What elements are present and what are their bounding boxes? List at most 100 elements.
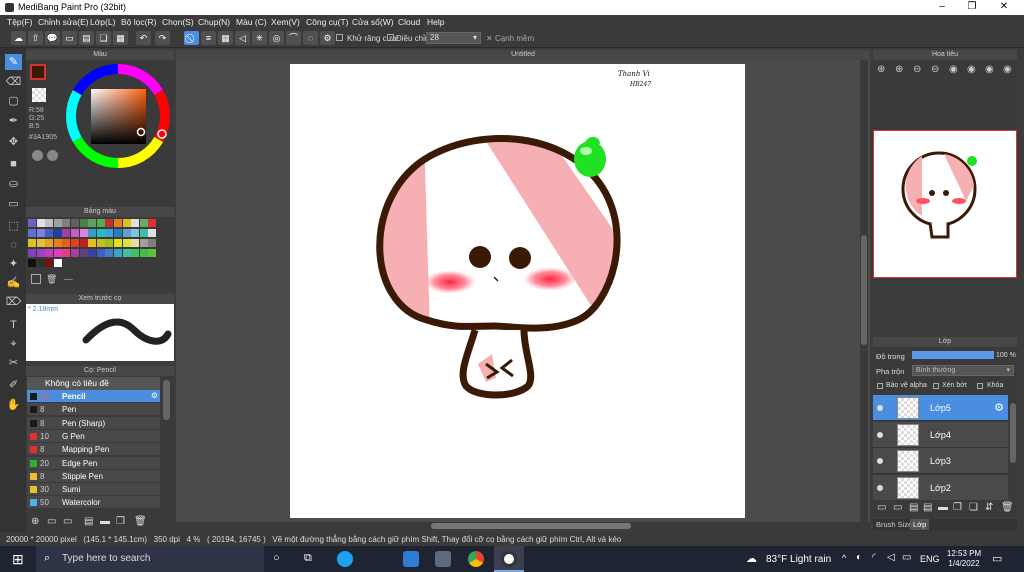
lock-checkbox[interactable] bbox=[977, 383, 983, 389]
palette-swatch[interactable] bbox=[105, 239, 114, 247]
soften-checkbox[interactable]: ✕ bbox=[486, 34, 493, 43]
protect-alpha-checkbox[interactable] bbox=[877, 383, 883, 389]
palette-swatch[interactable] bbox=[28, 229, 36, 237]
brush-settings-icon[interactable]: ⚙ bbox=[151, 391, 158, 400]
zoom-actual-icon[interactable]: ⊖ bbox=[931, 64, 939, 75]
language-indicator[interactable]: ENG bbox=[920, 554, 940, 564]
layer-move-icon[interactable]: ⇵ bbox=[985, 502, 993, 513]
dot-tool-icon[interactable]: ✒ bbox=[5, 113, 22, 129]
palette-swatch[interactable] bbox=[122, 229, 131, 237]
layer-settings-icon[interactable]: ⚙ bbox=[994, 401, 1004, 414]
cloud-icon[interactable]: ☁ bbox=[11, 31, 26, 45]
canvas-hscroll[interactable] bbox=[176, 522, 870, 530]
brush-item[interactable]: 10 G Pen bbox=[27, 429, 160, 443]
magic-wand-tool-icon[interactable]: ✦ bbox=[5, 256, 22, 272]
palette-swatch[interactable] bbox=[45, 259, 54, 267]
palette-swatch[interactable] bbox=[79, 239, 88, 247]
folder-icon[interactable]: ▬ bbox=[100, 516, 110, 527]
foreground-color-swatch[interactable] bbox=[30, 64, 46, 80]
upload-icon[interactable]: ⇧ bbox=[28, 31, 43, 45]
color-wheel[interactable] bbox=[64, 62, 172, 170]
lasso-tool-icon[interactable]: ◌ bbox=[5, 237, 22, 253]
brush-file-icon[interactable]: ▤ bbox=[84, 516, 93, 527]
menu-file[interactable]: Tệp(F) bbox=[7, 17, 33, 27]
tray-chevron-icon[interactable]: ^ bbox=[842, 553, 846, 563]
rectangle-tool-icon[interactable]: ▢ bbox=[5, 93, 22, 109]
eraser-tool-icon[interactable]: ⌫ bbox=[5, 74, 22, 90]
palette-swatch[interactable] bbox=[36, 259, 45, 267]
mail-icon[interactable] bbox=[403, 551, 419, 567]
palette-swatch[interactable] bbox=[122, 239, 131, 247]
fill-rect-tool-icon[interactable]: ■ bbox=[5, 156, 22, 172]
zoom-out-icon[interactable]: ⊖ bbox=[913, 64, 921, 75]
merge-layer-icon[interactable]: ❏ bbox=[969, 502, 978, 513]
move-tool-icon[interactable]: ✥ bbox=[5, 134, 22, 150]
palette-swatch[interactable] bbox=[28, 249, 36, 257]
menu-window[interactable]: Cửa sổ(W) bbox=[352, 17, 394, 27]
edge-icon[interactable] bbox=[337, 551, 353, 567]
menu-layer[interactable]: Lớp(L) bbox=[90, 17, 115, 27]
palette-swatch[interactable] bbox=[79, 249, 88, 257]
document-canvas[interactable]: Thanh Vi HB247 bbox=[290, 64, 745, 518]
palette-swatch[interactable] bbox=[79, 219, 88, 227]
bucket-tool-icon[interactable]: ⛀ bbox=[5, 176, 22, 192]
brush-item[interactable]: 8 Pen (Sharp) bbox=[27, 416, 160, 430]
brush-tool-icon[interactable]: ✎ bbox=[5, 54, 22, 70]
tray-app-icon[interactable]: ◐ bbox=[856, 552, 862, 563]
navigator-thumbnail[interactable] bbox=[873, 130, 1017, 278]
snap-circle-icon[interactable]: ◎ bbox=[269, 31, 284, 45]
snap-radial-icon[interactable]: ✳ bbox=[252, 31, 267, 45]
weather-text[interactable]: 83°F Light rain bbox=[766, 554, 831, 565]
palette-swatch[interactable] bbox=[139, 219, 148, 227]
zoom-in-icon[interactable]: ⊕ bbox=[895, 64, 903, 75]
palette-swatch[interactable] bbox=[122, 219, 131, 227]
duplicate-icon[interactable]: ❐ bbox=[116, 516, 125, 527]
task-view-icon[interactable]: ⧉ bbox=[304, 552, 312, 565]
cortana-icon[interactable]: ○ bbox=[273, 552, 280, 564]
operation-tool-icon[interactable]: ⌖ bbox=[5, 336, 22, 352]
reset-view-icon[interactable]: ◉ bbox=[1003, 64, 1012, 75]
palette-swatch[interactable] bbox=[45, 239, 54, 247]
palette-swatch[interactable] bbox=[114, 229, 122, 237]
palette-swatch[interactable] bbox=[53, 259, 62, 267]
wifi-icon[interactable]: ◜ bbox=[872, 552, 876, 563]
palette-swatch[interactable] bbox=[28, 219, 36, 227]
palette-swatch[interactable] bbox=[62, 219, 71, 227]
palette-swatch[interactable] bbox=[114, 239, 122, 247]
undo-icon[interactable]: ↶ bbox=[136, 31, 151, 45]
grid-icon[interactable]: ▦ bbox=[113, 31, 128, 45]
palette-swatch[interactable] bbox=[88, 239, 97, 247]
palette-swatch[interactable] bbox=[88, 229, 97, 237]
snap-off-icon[interactable]: ⃠ bbox=[184, 31, 199, 45]
gradient-tool-icon[interactable]: ▭ bbox=[5, 196, 22, 212]
palette-swatch[interactable] bbox=[96, 239, 105, 247]
palette-swatch[interactable] bbox=[114, 249, 122, 257]
brush-item[interactable]: 30 Pencil ⚙ bbox=[27, 390, 160, 403]
canvas-tab[interactable]: Untitled bbox=[176, 50, 870, 60]
palette-swatch[interactable] bbox=[105, 219, 114, 227]
palette-swatch[interactable] bbox=[53, 239, 62, 247]
layer-row[interactable]: Lớp4 bbox=[873, 421, 1008, 448]
palette-swatch[interactable] bbox=[45, 219, 54, 227]
menu-tools[interactable]: Công cụ(T) bbox=[306, 17, 349, 27]
palette-swatch[interactable] bbox=[105, 229, 114, 237]
palette-swatch[interactable] bbox=[36, 249, 45, 257]
palette-swatch[interactable] bbox=[28, 259, 36, 267]
brush-menu-icon[interactable]: ▭ bbox=[63, 516, 72, 527]
battery-icon[interactable]: ▭ bbox=[902, 552, 911, 563]
settings-gear-icon[interactable]: ⚙ bbox=[320, 31, 335, 45]
new-layer-icon[interactable]: ▭ bbox=[877, 502, 886, 513]
brush-list-scrollbar[interactable] bbox=[163, 380, 170, 420]
antialias-checkbox[interactable] bbox=[336, 34, 343, 41]
layer-file-icon[interactable]: ▤ bbox=[923, 502, 932, 513]
text-tool-icon[interactable]: T bbox=[5, 317, 22, 333]
background-color-swatch[interactable] bbox=[32, 88, 46, 102]
brush-group-header[interactable]: Không có tiêu đề bbox=[27, 377, 160, 390]
chat-icon[interactable]: ▭ bbox=[62, 31, 77, 45]
menu-filter[interactable]: Bộ lọc(R) bbox=[121, 17, 156, 27]
palette-swatch[interactable] bbox=[71, 249, 79, 257]
clipping-checkbox[interactable] bbox=[933, 383, 939, 389]
palette-swatch[interactable] bbox=[62, 249, 71, 257]
blend-mode-select[interactable]: Bình thường ▾ bbox=[912, 365, 1014, 376]
brush-item[interactable]: 30 Sumi bbox=[27, 483, 160, 497]
